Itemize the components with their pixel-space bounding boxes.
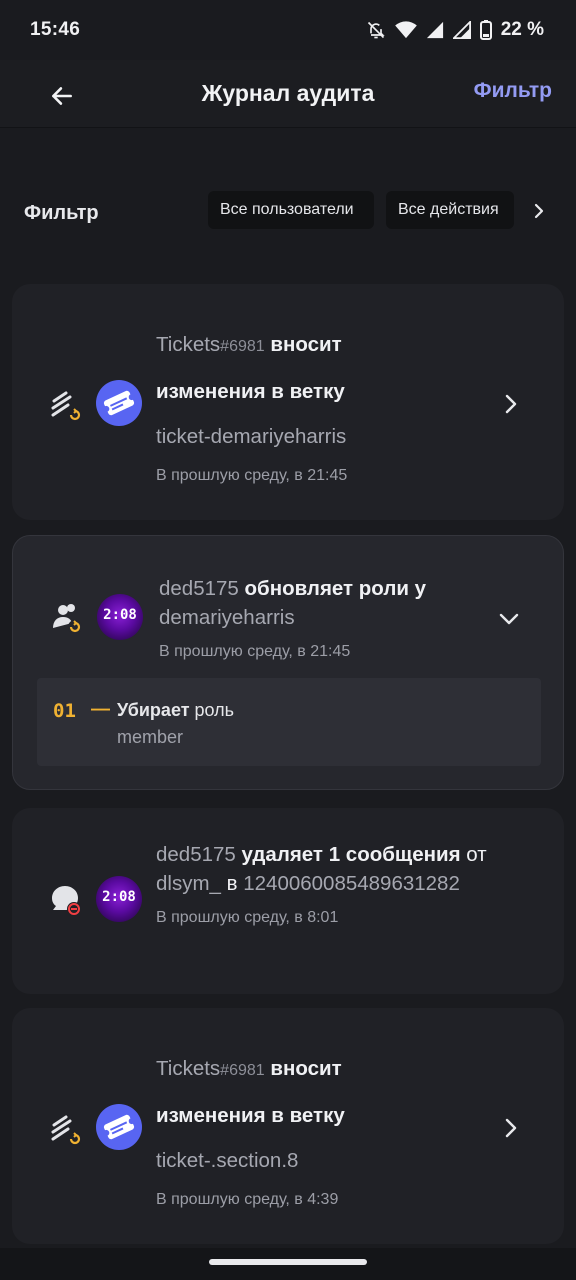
entry-action-object: сообщения [345, 843, 461, 866]
entry-action: вносит [270, 1057, 342, 1080]
arrow-left-icon [52, 87, 72, 105]
filter-button[interactable]: Фильтр [474, 79, 552, 103]
entry-target[interactable]: demariyeharris [159, 606, 295, 629]
filter-chip-actions[interactable]: Все действия [386, 191, 514, 229]
entry-from-user[interactable]: dlsym_ [156, 872, 221, 895]
battery-icon [479, 20, 492, 40]
message-delete-icon [52, 886, 81, 916]
change-value: member [117, 727, 184, 747]
chevron-right-icon[interactable] [498, 392, 522, 416]
entry-count: 1 [328, 843, 341, 866]
entry-target-line: ticket-.section.8 [156, 1138, 500, 1183]
change-verb: Убирает [117, 700, 190, 720]
thread-edit-icon [51, 1115, 82, 1146]
entry-headline: ded5175 удаляет 1 сообщения от dlsym_ в … [156, 840, 504, 898]
clock-avatar: 2:08 [96, 876, 142, 922]
entry-headline: Tickets#6981 вносит [156, 322, 500, 369]
ticket-bot-avatar [96, 1104, 142, 1150]
change-object: роль [194, 700, 235, 720]
audit-log-entry[interactable]: 2:08 ded5175 удаляет 1 сообщения от dlsy… [12, 808, 564, 994]
entry-action-line: изменения в ветку [156, 1093, 500, 1138]
entry-timestamp: В прошлую среду, в 4:39 [156, 1191, 339, 1208]
entry-timestamp: В прошлую среду, в 21:45 [159, 643, 351, 660]
signal-icon [426, 21, 443, 39]
entry-target[interactable]: ticket-demariyeharris [156, 425, 346, 448]
entry-text: Tickets#6981 вносит изменения в ветку ti… [156, 322, 500, 485]
avatar-clock-text: 2:08 [103, 607, 137, 623]
thread-edit-icon [51, 391, 82, 422]
avatar-clock-text: 2:08 [102, 889, 136, 905]
chevron-right-icon[interactable] [498, 1116, 522, 1140]
entry-in-word: в [226, 872, 238, 895]
entry-action-continued: изменения в ветку [156, 1104, 345, 1127]
entry-headline: Tickets#6981 вносит [156, 1046, 500, 1093]
clock-avatar: 2:08 [97, 594, 143, 640]
app-bar: Журнал аудита Фильтр [0, 60, 576, 128]
home-indicator[interactable] [209, 1259, 367, 1265]
entry-headline: ded5175 обновляет роли у demariyeharris [159, 574, 499, 632]
more-filters-button[interactable] [526, 198, 552, 224]
entry-text: ded5175 обновляет роли у demariyeharris … [159, 574, 499, 661]
entry-user[interactable]: Tickets [156, 1057, 220, 1080]
entry-text: Tickets#6981 вносит изменения в ветку ti… [156, 1046, 500, 1209]
signal-icon [452, 21, 471, 39]
change-details: 01 — Убирает роль member [37, 678, 541, 766]
audit-log-entry-expanded[interactable]: 2:08 ded5175 обновляет роли у demariyeha… [12, 535, 564, 790]
chevron-down-icon[interactable] [497, 606, 521, 630]
ticket-bot-avatar [96, 380, 142, 426]
entry-action: обновляет роли у [244, 577, 427, 600]
entry-action: вносит [270, 333, 342, 356]
bell-off-icon [367, 21, 385, 39]
entry-action-continued: изменения в ветку [156, 380, 345, 403]
entry-channel[interactable]: 1240060085489631282 [243, 872, 460, 895]
change-dash: — [91, 699, 110, 720]
back-button[interactable] [40, 74, 84, 118]
entry-from-word: от [466, 843, 487, 866]
entry-timestamp: В прошлую среду, в 21:45 [156, 467, 348, 484]
filter-row: Фильтр Все пользователи Все действия [0, 130, 576, 270]
battery-percentage: 22 % [500, 19, 544, 40]
entry-timestamp: В прошлую среду, в 8:01 [156, 909, 339, 926]
audit-log-entry[interactable]: Tickets#6981 вносит изменения в ветку ti… [12, 1008, 564, 1244]
status-icons: 22 % [366, 19, 544, 41]
wifi-icon [394, 21, 417, 39]
entry-user[interactable]: ded5175 [159, 577, 239, 600]
change-number: 01 [53, 700, 76, 722]
entry-action-line: изменения в ветку [156, 369, 500, 414]
filter-chip-users[interactable]: Все пользователи [208, 191, 374, 229]
audit-log-entry[interactable]: Tickets#6981 вносит изменения в ветку ti… [12, 284, 564, 520]
entry-user[interactable]: ded5175 [156, 843, 236, 866]
entry-text: ded5175 удаляет 1 сообщения от dlsym_ в … [156, 840, 504, 927]
entry-action: удаляет [241, 843, 323, 866]
filter-label: Фильтр [24, 202, 99, 224]
entry-target[interactable]: ticket-.section.8 [156, 1149, 298, 1172]
entry-discriminator: #6981 [220, 1062, 265, 1079]
entry-user[interactable]: Tickets [156, 333, 220, 356]
member-role-update-icon [53, 604, 82, 634]
entry-discriminator: #6981 [220, 338, 265, 355]
status-bar: 15:46 22 % [0, 0, 576, 60]
change-description: Убирает роль [117, 700, 234, 721]
status-time: 15:46 [30, 19, 81, 40]
page-title: Журнал аудита [201, 80, 375, 106]
entry-target-line: ticket-demariyeharris [156, 414, 500, 459]
chevron-right-icon [534, 203, 544, 219]
